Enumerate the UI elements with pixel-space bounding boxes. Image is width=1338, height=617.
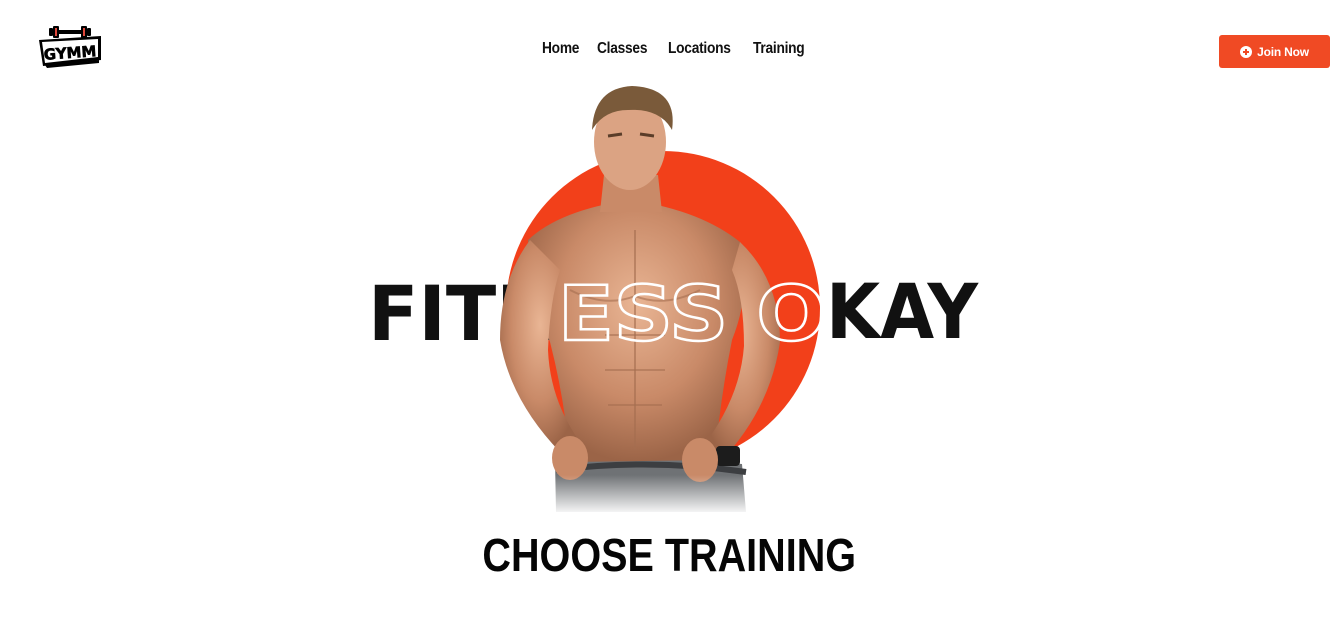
hero-headline-middle: ESS O — [558, 269, 826, 358]
logo-graphic: GYMM — [39, 26, 101, 68]
hero-headline-right: KAY — [826, 267, 979, 356]
join-now-button[interactable]: Join Now — [1219, 35, 1330, 68]
section-title: CHOOSE TRAINING — [0, 526, 1338, 584]
hero-image: FITN KAY ESS O — [360, 80, 990, 515]
nav-link-training[interactable]: Training — [753, 40, 805, 58]
dumbbell-icon — [49, 26, 91, 38]
gymm-logo[interactable]: GYMM — [37, 26, 103, 72]
join-now-label: Join Now — [1257, 44, 1309, 59]
nav-link-locations[interactable]: Locations — [668, 40, 731, 58]
nav-link-classes[interactable]: Classes — [597, 40, 647, 58]
logo-text: GYMM — [43, 42, 97, 64]
main-nav: Home Classes Locations Training — [542, 40, 806, 58]
page: GYMM Home Classes Locations Training Joi… — [0, 0, 1338, 617]
section-title-text: CHOOSE TRAINING — [482, 529, 856, 581]
plus-circle-icon — [1240, 45, 1253, 58]
hero-graphic: FITN KAY ESS O — [368, 86, 979, 515]
nav-link-home[interactable]: Home — [542, 40, 579, 58]
